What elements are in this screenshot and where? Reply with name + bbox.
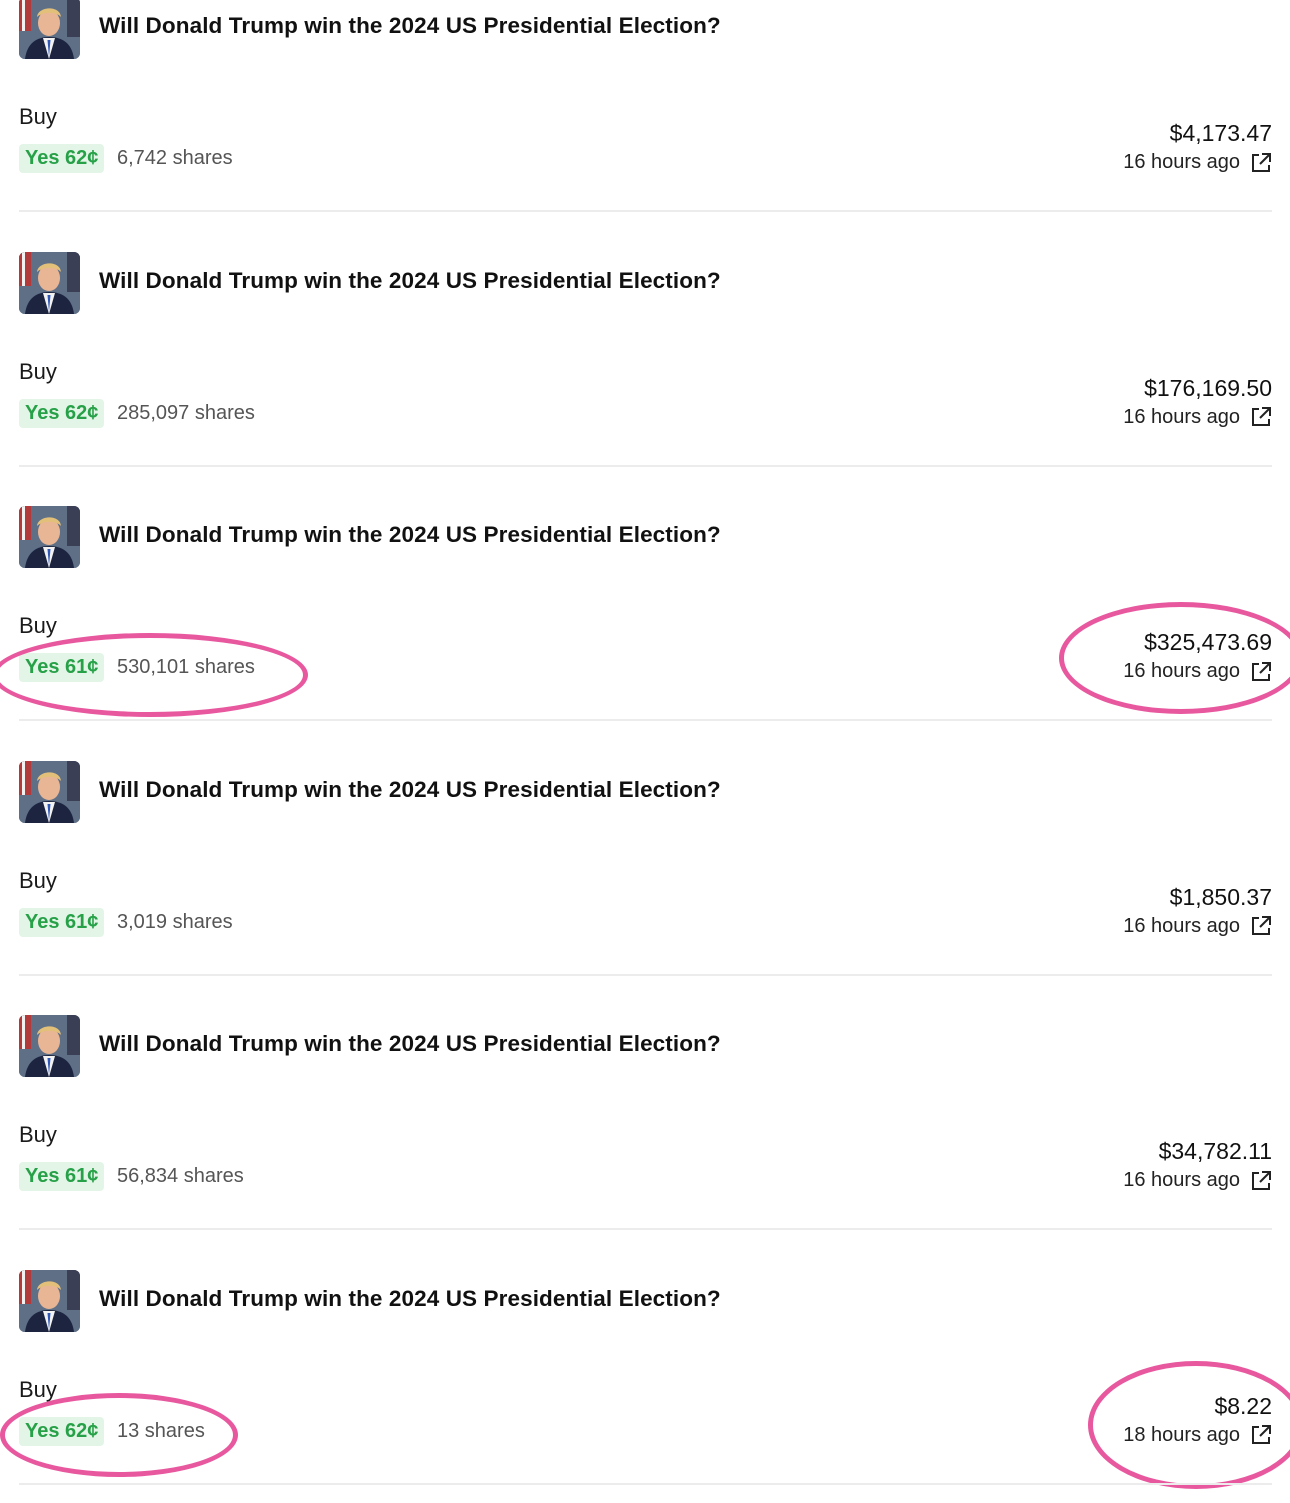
trade-time-link[interactable]: 16 hours ago <box>1123 660 1272 683</box>
trade-row[interactable]: Will Donald Trump win the 2024 US Presid… <box>0 228 1290 483</box>
trade-feed: Will Donald Trump win the 2024 US Presid… <box>0 0 1290 1501</box>
trade-timestamp: 16 hours ago <box>1123 1169 1240 1192</box>
trade-time-link[interactable]: 16 hours ago <box>1123 151 1272 174</box>
trade-time-link[interactable]: 16 hours ago <box>1123 1169 1272 1192</box>
market-title[interactable]: Will Donald Trump win the 2024 US Presid… <box>99 268 721 294</box>
highlight-circle-amount <box>1059 602 1290 715</box>
market-avatar-portrait-icon[interactable] <box>19 506 80 569</box>
market-avatar-portrait-icon[interactable] <box>19 251 80 314</box>
market-title[interactable]: Will Donald Trump win the 2024 US Presid… <box>99 522 721 548</box>
outcome-price-badge: Yes 61¢ <box>19 653 105 683</box>
row-divider <box>19 464 1272 467</box>
trade-amount: $1,850.37 <box>1169 883 1272 910</box>
trade-amount: $176,169.50 <box>1144 374 1272 401</box>
trade-row[interactable]: Will Donald Trump win the 2024 US Presid… <box>0 991 1290 1246</box>
trade-history-screen: { "icons": { "avatar": "market-avatar-po… <box>0 0 1290 1503</box>
trade-timestamp: 16 hours ago <box>1123 151 1240 173</box>
market-avatar-portrait-icon[interactable] <box>19 1269 80 1332</box>
trade-timestamp: 16 hours ago <box>1123 405 1240 428</box>
trade-side-label: Buy <box>19 613 57 639</box>
outcome-price-badge: Yes 62¢ <box>19 1416 105 1446</box>
outcome-price-badge: Yes 62¢ <box>19 398 105 428</box>
external-link-icon[interactable] <box>1250 1170 1272 1192</box>
trade-row[interactable]: Will Donald Trump win the 2024 US Presid… <box>0 737 1290 992</box>
row-divider <box>19 1228 1272 1231</box>
shares-count: 285,097 shares <box>117 401 255 424</box>
shares-count: 3,019 shares <box>117 910 233 933</box>
trade-amount: $325,473.69 <box>1144 629 1272 656</box>
market-title[interactable]: Will Donald Trump win the 2024 US Presid… <box>99 1286 721 1312</box>
outcome-price-badge: Yes 61¢ <box>19 1162 105 1192</box>
shares-count: 13 shares <box>117 1419 205 1442</box>
trade-amount: $4,173.47 <box>1169 120 1272 146</box>
external-link-icon[interactable] <box>1250 915 1272 937</box>
trade-side-label: Buy <box>19 358 57 384</box>
trade-timestamp: 18 hours ago <box>1123 1423 1240 1446</box>
trade-row[interactable]: Will Donald Trump win the 2024 US Presid… <box>0 482 1290 737</box>
shares-count: 56,834 shares <box>117 1165 244 1188</box>
market-avatar-portrait-icon[interactable] <box>19 1015 80 1078</box>
shares-count: 6,742 shares <box>117 147 233 169</box>
outcome-price-badge: Yes 61¢ <box>19 907 105 937</box>
market-title[interactable]: Will Donald Trump win the 2024 US Presid… <box>99 777 721 803</box>
trade-time-link[interactable]: 16 hours ago <box>1123 915 1272 938</box>
trade-side-label: Buy <box>19 1122 57 1148</box>
shares-count: 530,101 shares <box>117 656 255 679</box>
trade-time-link[interactable]: 16 hours ago <box>1123 406 1272 429</box>
row-divider <box>19 210 1272 212</box>
trade-timestamp: 16 hours ago <box>1123 660 1240 683</box>
market-avatar-portrait-icon[interactable] <box>19 760 80 823</box>
row-divider <box>19 1482 1272 1485</box>
trade-side-label: Buy <box>19 104 57 129</box>
outcome-price-badge: Yes 62¢ <box>19 144 105 173</box>
external-link-icon[interactable] <box>1250 406 1272 428</box>
trade-amount: $8.22 <box>1214 1392 1272 1419</box>
trade-amount: $34,782.11 <box>1158 1138 1272 1165</box>
market-title[interactable]: Will Donald Trump win the 2024 US Presid… <box>99 1031 721 1057</box>
row-divider <box>19 719 1272 722</box>
external-link-icon[interactable] <box>1250 1424 1272 1446</box>
trade-row[interactable]: Will Donald Trump win the 2024 US Presid… <box>0 0 1290 228</box>
external-link-icon[interactable] <box>1250 661 1272 683</box>
trade-side-label: Buy <box>19 1376 57 1402</box>
market-avatar-portrait-icon[interactable] <box>19 0 80 59</box>
trade-time-link[interactable]: 18 hours ago <box>1123 1424 1272 1447</box>
external-link-icon[interactable] <box>1250 152 1272 174</box>
trade-row[interactable]: Will Donald Trump win the 2024 US Presid… <box>0 1246 1290 1501</box>
trade-timestamp: 16 hours ago <box>1123 914 1240 937</box>
row-divider <box>19 973 1272 976</box>
market-title[interactable]: Will Donald Trump win the 2024 US Presid… <box>99 13 721 39</box>
trade-side-label: Buy <box>19 867 57 893</box>
